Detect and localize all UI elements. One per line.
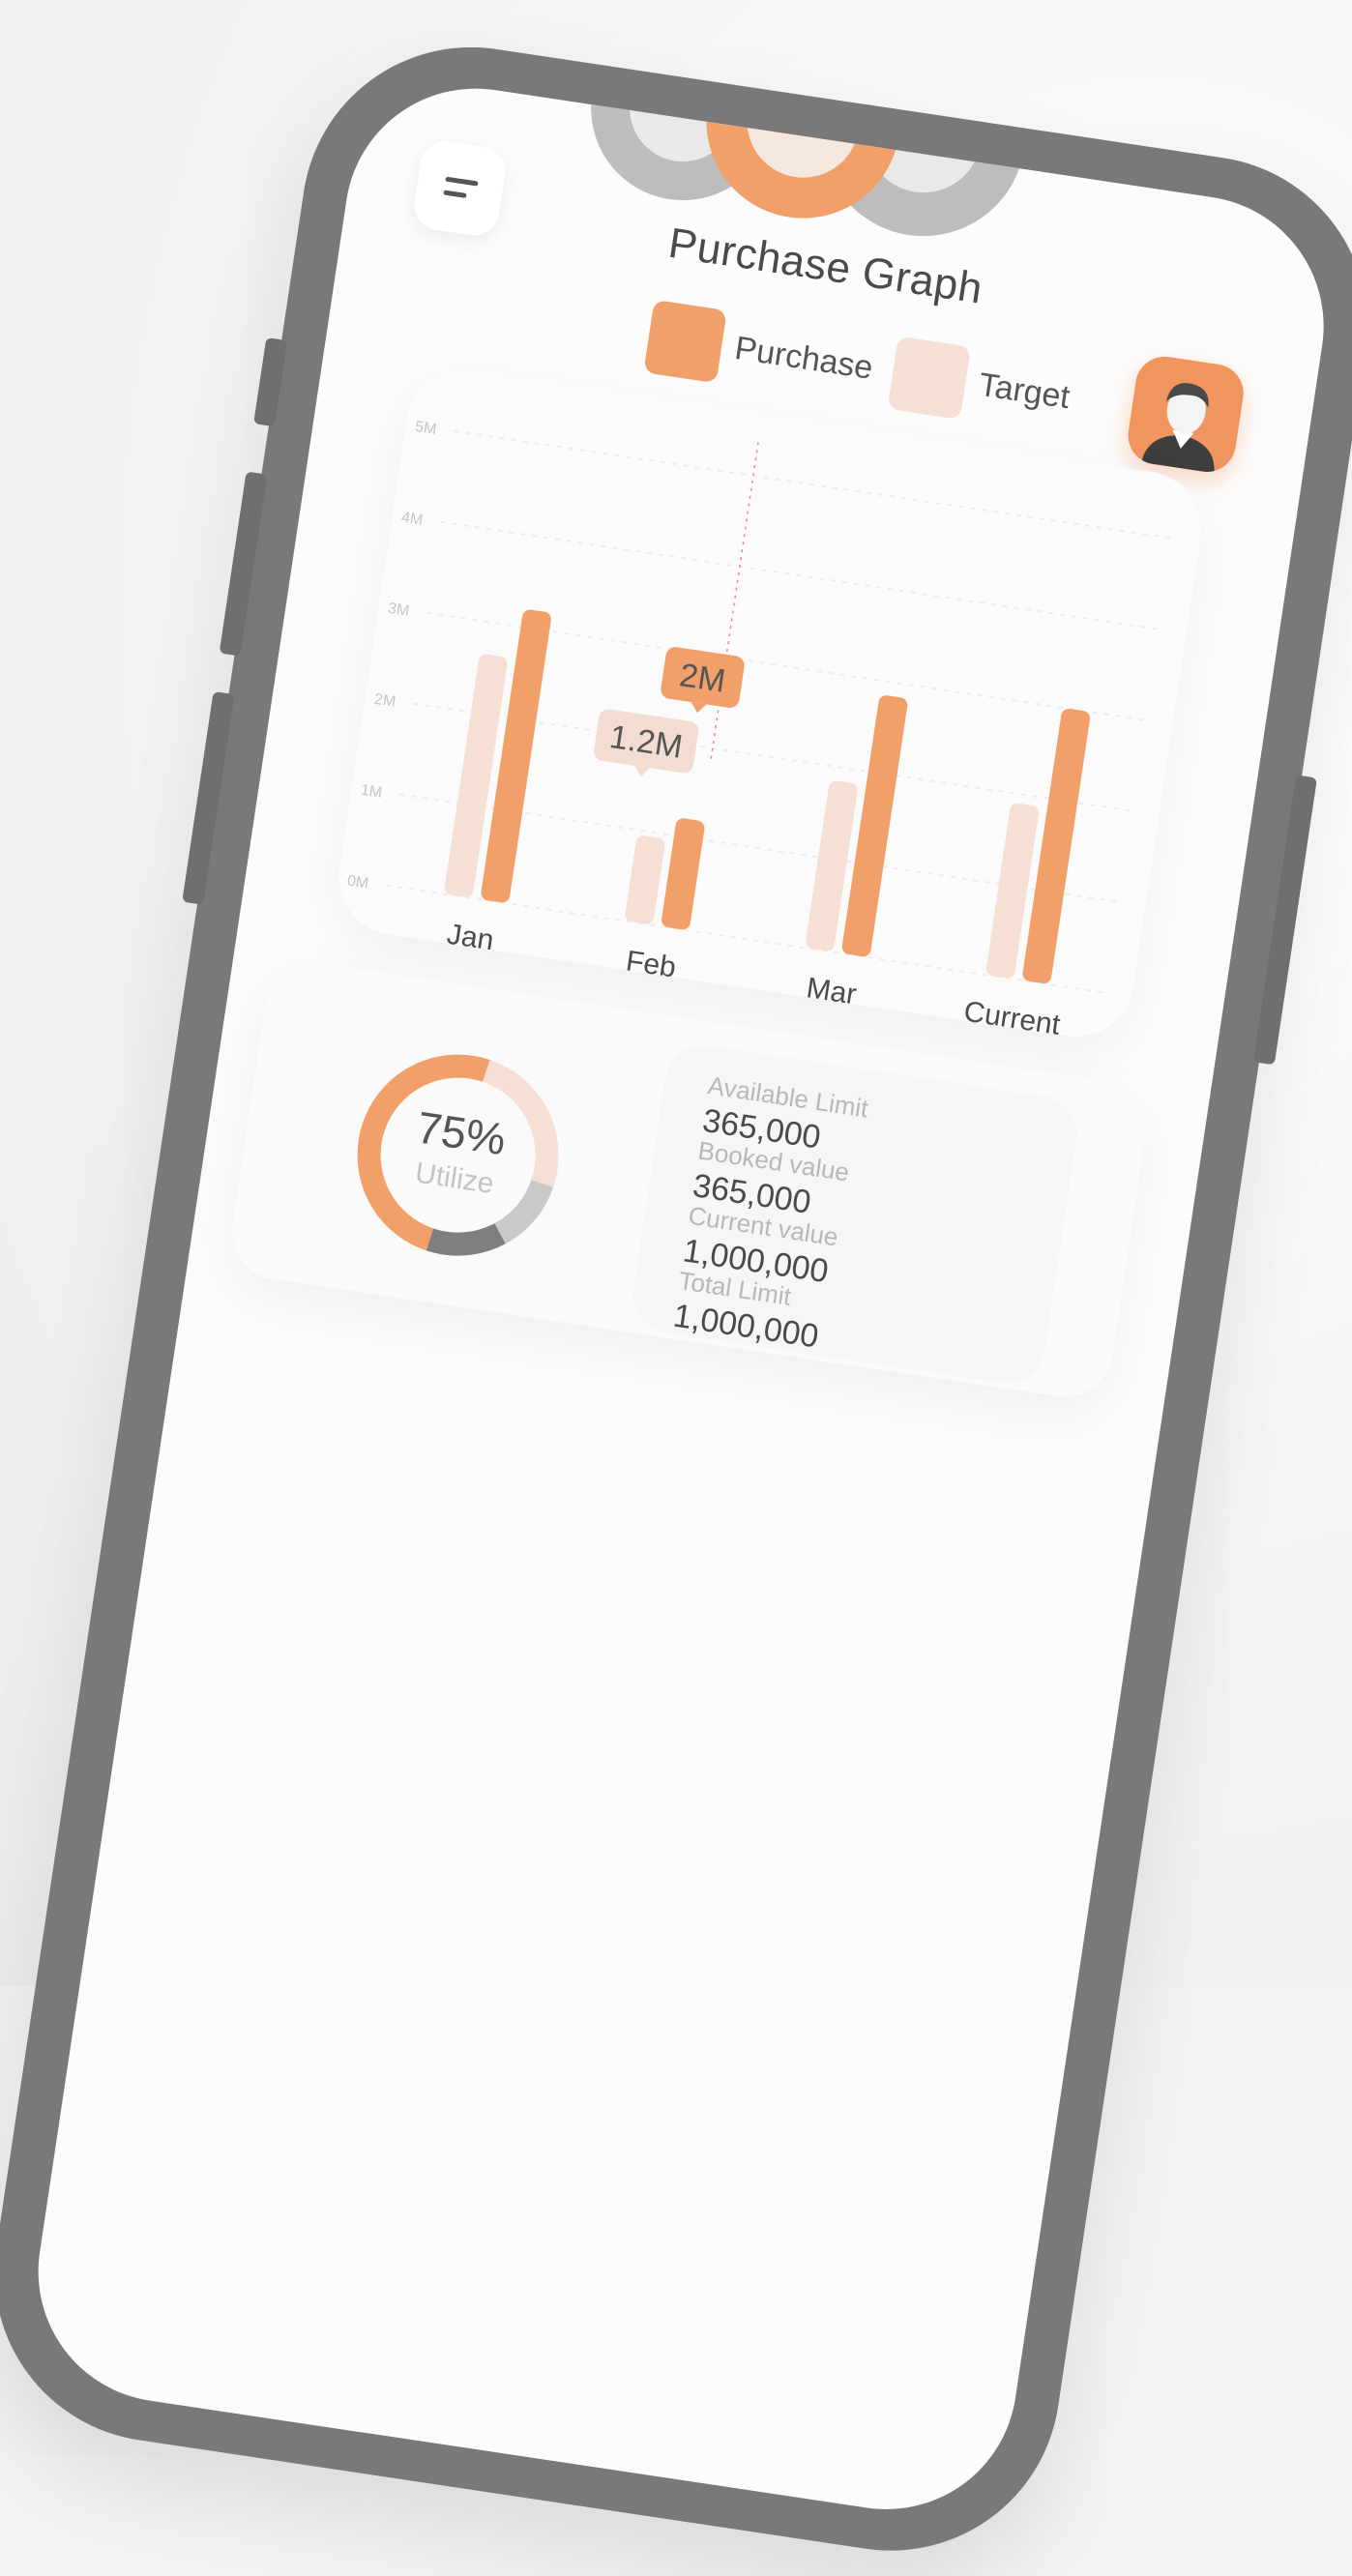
legend-label-purchase: Purchase (732, 329, 876, 387)
grid-line (440, 520, 1163, 631)
avatar-button[interactable] (1124, 352, 1248, 477)
bar-target-feb (625, 835, 665, 924)
menu-icon (445, 176, 479, 187)
menu-icon-line (443, 190, 467, 198)
menu-button[interactable] (411, 137, 509, 239)
user-avatar-icon (1141, 383, 1215, 474)
y-tick-label: 1M (360, 782, 384, 802)
legend-label-target: Target (976, 366, 1073, 417)
tooltip-purchase-label: 2M (677, 657, 727, 700)
y-tick-label: 5M (414, 419, 438, 438)
tooltip-guide-line (709, 442, 759, 764)
y-tick-label: 0M (346, 873, 370, 893)
x-tick-label: Jan (445, 919, 496, 957)
y-tick-label: 4M (400, 510, 425, 529)
y-tick-label: 3M (387, 600, 411, 620)
x-tick-label: Feb (624, 945, 678, 983)
legend-swatch-target (887, 336, 971, 420)
legend-swatch-purchase (643, 299, 727, 384)
x-tick-label: Mar (805, 972, 859, 1010)
y-tick-label: 2M (373, 691, 397, 711)
x-tick-label: Current (961, 995, 1062, 1041)
